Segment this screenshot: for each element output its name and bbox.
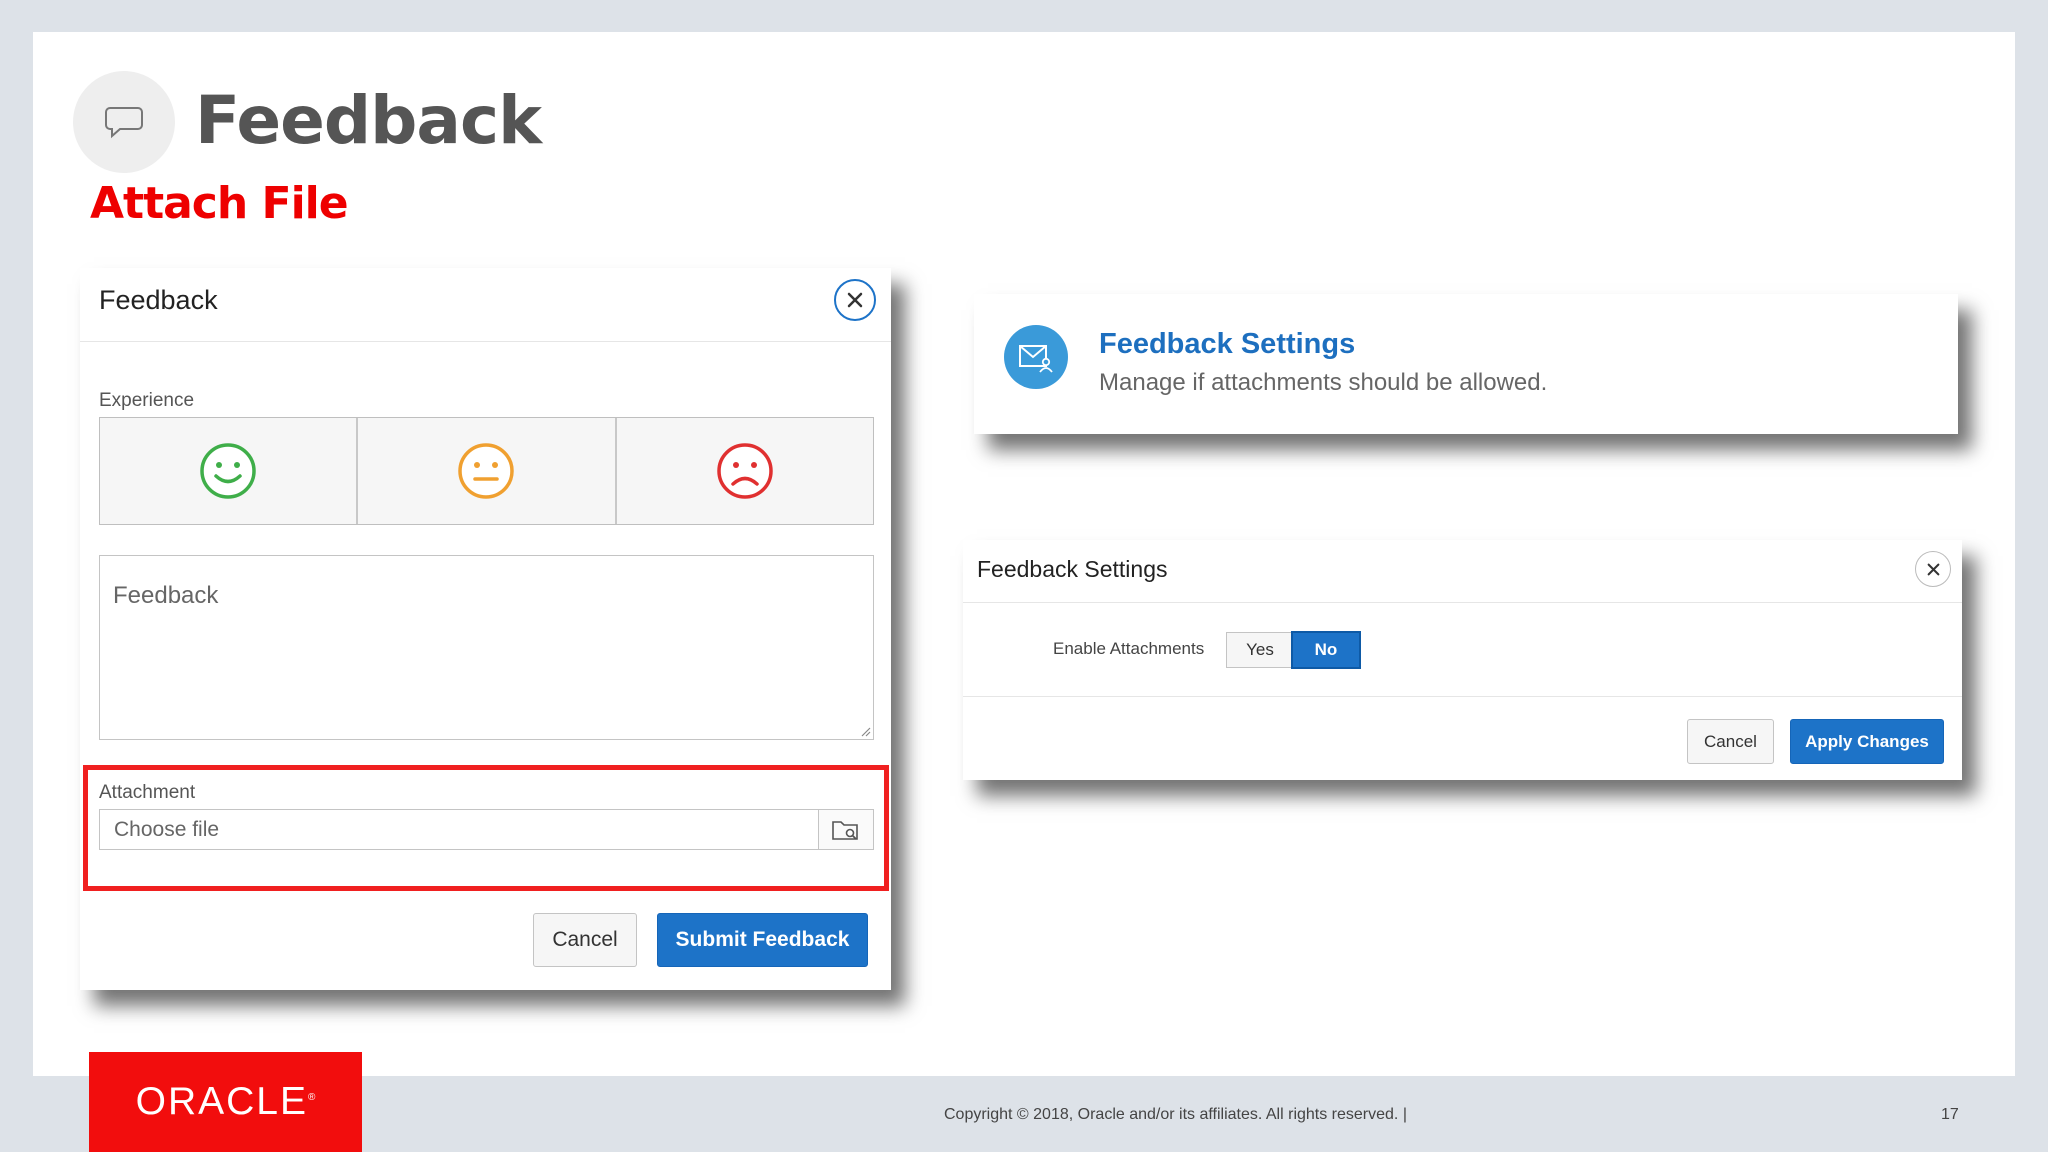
- oracle-wordmark: ORACLE®: [135, 1080, 316, 1123]
- attachment-label: Attachment: [99, 782, 196, 803]
- mail-user-icon: [1019, 345, 1053, 373]
- feedback-close-button[interactable]: [834, 279, 876, 321]
- settings-card-title[interactable]: Feedback Settings: [1099, 328, 1355, 361]
- feedback-placeholder: Feedback: [113, 582, 219, 609]
- settings-card-description: Manage if attachments should be allowed.: [1099, 369, 1548, 396]
- chat-bubble-icon: [105, 107, 143, 139]
- experience-selector: [99, 417, 874, 525]
- experience-label: Experience: [99, 390, 195, 411]
- experience-sad-option[interactable]: [617, 418, 873, 524]
- close-icon: [847, 292, 863, 308]
- toggle-yes-option[interactable]: Yes: [1227, 633, 1293, 667]
- happy-face-icon: [200, 443, 256, 499]
- settings-header-divider: [963, 602, 1962, 603]
- folder-search-icon: [832, 820, 858, 840]
- file-placeholder: Choose file: [114, 818, 220, 841]
- feedback-dialog-title: Feedback: [99, 285, 218, 315]
- attachment-file-input[interactable]: Choose file: [99, 809, 874, 850]
- resize-grip-icon[interactable]: [859, 725, 871, 737]
- settings-close-button[interactable]: [1915, 551, 1951, 587]
- feedback-cancel-button[interactable]: Cancel: [533, 913, 637, 967]
- slide-title: Feedback: [195, 82, 542, 159]
- settings-card-icon-badge: [1004, 325, 1068, 389]
- browse-file-button[interactable]: [818, 810, 873, 849]
- feedback-header-divider: [80, 341, 891, 342]
- submit-feedback-button[interactable]: Submit Feedback: [657, 913, 868, 967]
- settings-footer-divider: [963, 696, 1962, 697]
- settings-card: [974, 294, 1958, 434]
- experience-neutral-option[interactable]: [358, 418, 617, 524]
- neutral-face-icon: [458, 443, 515, 499]
- enable-attachments-label: Enable Attachments: [1053, 639, 1205, 658]
- sad-face-icon: [717, 443, 773, 499]
- oracle-logo: ORACLE®: [89, 1052, 362, 1152]
- apply-changes-button[interactable]: Apply Changes: [1790, 719, 1944, 764]
- experience-happy-option[interactable]: [100, 418, 359, 524]
- slide-subtitle: Attach File: [90, 178, 349, 229]
- settings-dialog-title: Feedback Settings: [977, 556, 1168, 582]
- toggle-no-option[interactable]: No: [1291, 631, 1361, 669]
- chat-bubble-badge: [73, 71, 175, 173]
- settings-cancel-button[interactable]: Cancel: [1687, 719, 1774, 764]
- close-icon: [1927, 563, 1939, 575]
- enable-attachments-toggle: Yes No: [1226, 631, 1361, 669]
- feedback-textarea[interactable]: Feedback: [99, 555, 874, 740]
- copyright-text: Copyright © 2018, Oracle and/or its affi…: [944, 1106, 1407, 1123]
- page-number: 17: [1941, 1106, 1959, 1123]
